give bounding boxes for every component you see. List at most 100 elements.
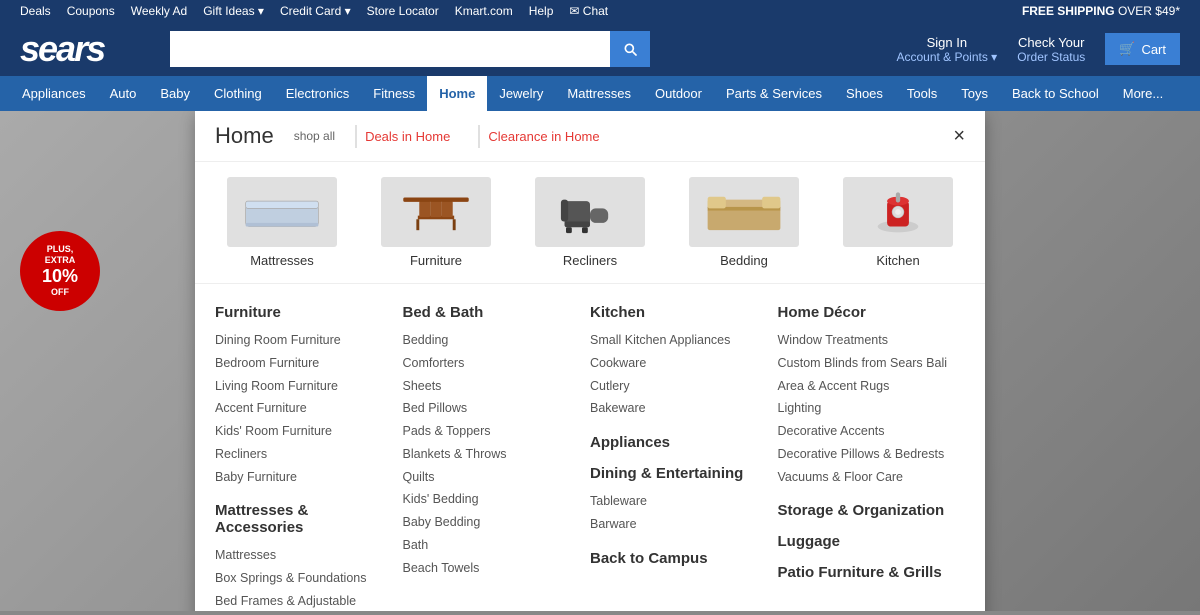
nav-clothing[interactable]: Clothing (202, 76, 274, 111)
tableware-link[interactable]: Tableware (590, 490, 768, 513)
bakeware-link[interactable]: Bakeware (590, 397, 768, 420)
order-status-section[interactable]: Check Your Order Status (1017, 35, 1085, 64)
header: sears Sign In Account & Points ▾ Check Y… (0, 22, 1200, 76)
column-furniture: Furniture Dining Room Furniture Bedroom … (215, 304, 403, 611)
living-room-furniture-link[interactable]: Living Room Furniture (215, 375, 393, 398)
recliners-link[interactable]: Recliners (215, 443, 393, 466)
kitchen-label: Kitchen (876, 253, 919, 268)
beach-towels-link[interactable]: Beach Towels (403, 557, 581, 580)
appliances-header: Appliances (590, 434, 768, 451)
small-kitchen-appliances-link[interactable]: Small Kitchen Appliances (590, 329, 768, 352)
recliners-image (535, 177, 645, 247)
account-section[interactable]: Sign In Account & Points ▾ (896, 35, 997, 64)
vacuums-floor-care-link[interactable]: Vacuums & Floor Care (778, 466, 956, 489)
kids-room-furniture-link[interactable]: Kids' Room Furniture (215, 420, 393, 443)
store-locator-link[interactable]: Store Locator (367, 4, 439, 18)
help-link[interactable]: Help (529, 4, 554, 18)
nav-baby[interactable]: Baby (148, 76, 202, 111)
nav-jewelry[interactable]: Jewelry (487, 76, 555, 111)
chat-link[interactable]: ✉ Chat (569, 4, 608, 18)
bed-pillows-link[interactable]: Bed Pillows (403, 397, 581, 420)
deals-in-home-link[interactable]: Deals in Home (355, 125, 458, 148)
mattresses-link[interactable]: Mattresses (215, 544, 393, 567)
nav-outdoor[interactable]: Outdoor (643, 76, 714, 111)
comforters-link[interactable]: Comforters (403, 352, 581, 375)
furniture-header: Furniture (215, 304, 393, 321)
dining-entertaining-header: Dining & Entertaining (590, 465, 768, 482)
nav-electronics[interactable]: Electronics (274, 76, 362, 111)
dropdown-header: Home shop all Deals in Home Clearance in… (195, 111, 985, 162)
sears-logo[interactable]: sears (20, 28, 150, 70)
bedding-label: Bedding (720, 253, 768, 268)
utility-bar: Deals Coupons Weekly Ad Gift Ideas ▾ Cre… (0, 0, 1200, 22)
category-bedding[interactable]: Bedding (689, 177, 799, 268)
accent-furniture-link[interactable]: Accent Furniture (215, 397, 393, 420)
cutlery-link[interactable]: Cutlery (590, 375, 768, 398)
box-springs-link[interactable]: Box Springs & Foundations (215, 567, 393, 590)
search-bar (170, 31, 650, 67)
clearance-in-home-link[interactable]: Clearance in Home (478, 125, 607, 148)
kids-bedding-link[interactable]: Kids' Bedding (403, 488, 581, 511)
category-images-row: Mattresses Furniture (195, 162, 985, 284)
promo-line1: PLUS, (47, 244, 74, 255)
page-background: PLUS, EXTRA 10% OFF Home shop all Deals … (0, 111, 1200, 611)
baby-bedding-link[interactable]: Baby Bedding (403, 511, 581, 534)
cart-button[interactable]: 🛒 Cart (1105, 33, 1180, 65)
shop-all-link[interactable]: shop all (294, 129, 335, 143)
nav-fitness[interactable]: Fitness (361, 76, 427, 111)
cookware-link[interactable]: Cookware (590, 352, 768, 375)
search-input[interactable] (170, 31, 610, 67)
coupons-link[interactable]: Coupons (67, 4, 115, 18)
bed-frames-link[interactable]: Bed Frames & Adjustable Bases (215, 590, 393, 611)
bath-link[interactable]: Bath (403, 534, 581, 557)
category-kitchen[interactable]: Kitchen (843, 177, 953, 268)
nav-auto[interactable]: Auto (98, 76, 149, 111)
nav-tools[interactable]: Tools (895, 76, 949, 111)
category-mattresses[interactable]: Mattresses (227, 177, 337, 268)
nav-mattresses[interactable]: Mattresses (555, 76, 643, 111)
decorative-pillows-link[interactable]: Decorative Pillows & Bedrests (778, 443, 956, 466)
quilts-link[interactable]: Quilts (403, 466, 581, 489)
mattresses-accessories-header: Mattresses & Accessories (215, 502, 393, 536)
custom-blinds-link[interactable]: Custom Blinds from Sears Bali (778, 352, 956, 375)
back-to-campus-header: Back to Campus (590, 550, 768, 567)
gift-ideas-link[interactable]: Gift Ideas ▾ (203, 4, 264, 18)
recliners-label: Recliners (563, 253, 617, 268)
promo-line2: EXTRA (45, 255, 76, 266)
deals-link[interactable]: Deals (20, 4, 51, 18)
credit-card-link[interactable]: Credit Card ▾ (280, 4, 351, 18)
nav-more[interactable]: More... (1111, 76, 1175, 111)
sheets-link[interactable]: Sheets (403, 375, 581, 398)
nav-appliances[interactable]: Appliances (10, 76, 98, 111)
weekly-ad-link[interactable]: Weekly Ad (131, 4, 187, 18)
nav-back-to-school[interactable]: Back to School (1000, 76, 1111, 111)
baby-furniture-link[interactable]: Baby Furniture (215, 466, 393, 489)
category-furniture[interactable]: Furniture (381, 177, 491, 268)
main-nav: Appliances Auto Baby Clothing Electronic… (0, 76, 1200, 111)
column-bed-bath: Bed & Bath Bedding Comforters Sheets Bed… (403, 304, 591, 611)
dining-room-furniture-link[interactable]: Dining Room Furniture (215, 329, 393, 352)
mattresses-label: Mattresses (250, 253, 314, 268)
decorative-accents-link[interactable]: Decorative Accents (778, 420, 956, 443)
barware-link[interactable]: Barware (590, 513, 768, 536)
nav-toys[interactable]: Toys (949, 76, 1000, 111)
nav-shoes[interactable]: Shoes (834, 76, 895, 111)
bedroom-furniture-link[interactable]: Bedroom Furniture (215, 352, 393, 375)
lighting-link[interactable]: Lighting (778, 397, 956, 420)
window-treatments-link[interactable]: Window Treatments (778, 329, 956, 352)
nav-home[interactable]: Home (427, 76, 487, 111)
promo-off: OFF (51, 287, 69, 298)
kmart-link[interactable]: Kmart.com (455, 4, 513, 18)
category-recliners[interactable]: Recliners (535, 177, 645, 268)
blankets-throws-link[interactable]: Blankets & Throws (403, 443, 581, 466)
pads-toppers-link[interactable]: Pads & Toppers (403, 420, 581, 443)
patio-furniture-header: Patio Furniture & Grills (778, 564, 956, 581)
dropdown-close-button[interactable]: × (953, 126, 965, 146)
area-accent-rugs-link[interactable]: Area & Accent Rugs (778, 375, 956, 398)
home-dropdown-panel: Home shop all Deals in Home Clearance in… (195, 111, 985, 611)
nav-parts-services[interactable]: Parts & Services (714, 76, 834, 111)
check-order-label: Check Your (1017, 35, 1085, 50)
search-button[interactable] (610, 31, 650, 67)
column-kitchen: Kitchen Small Kitchen Appliances Cookwar… (590, 304, 778, 611)
bedding-link[interactable]: Bedding (403, 329, 581, 352)
